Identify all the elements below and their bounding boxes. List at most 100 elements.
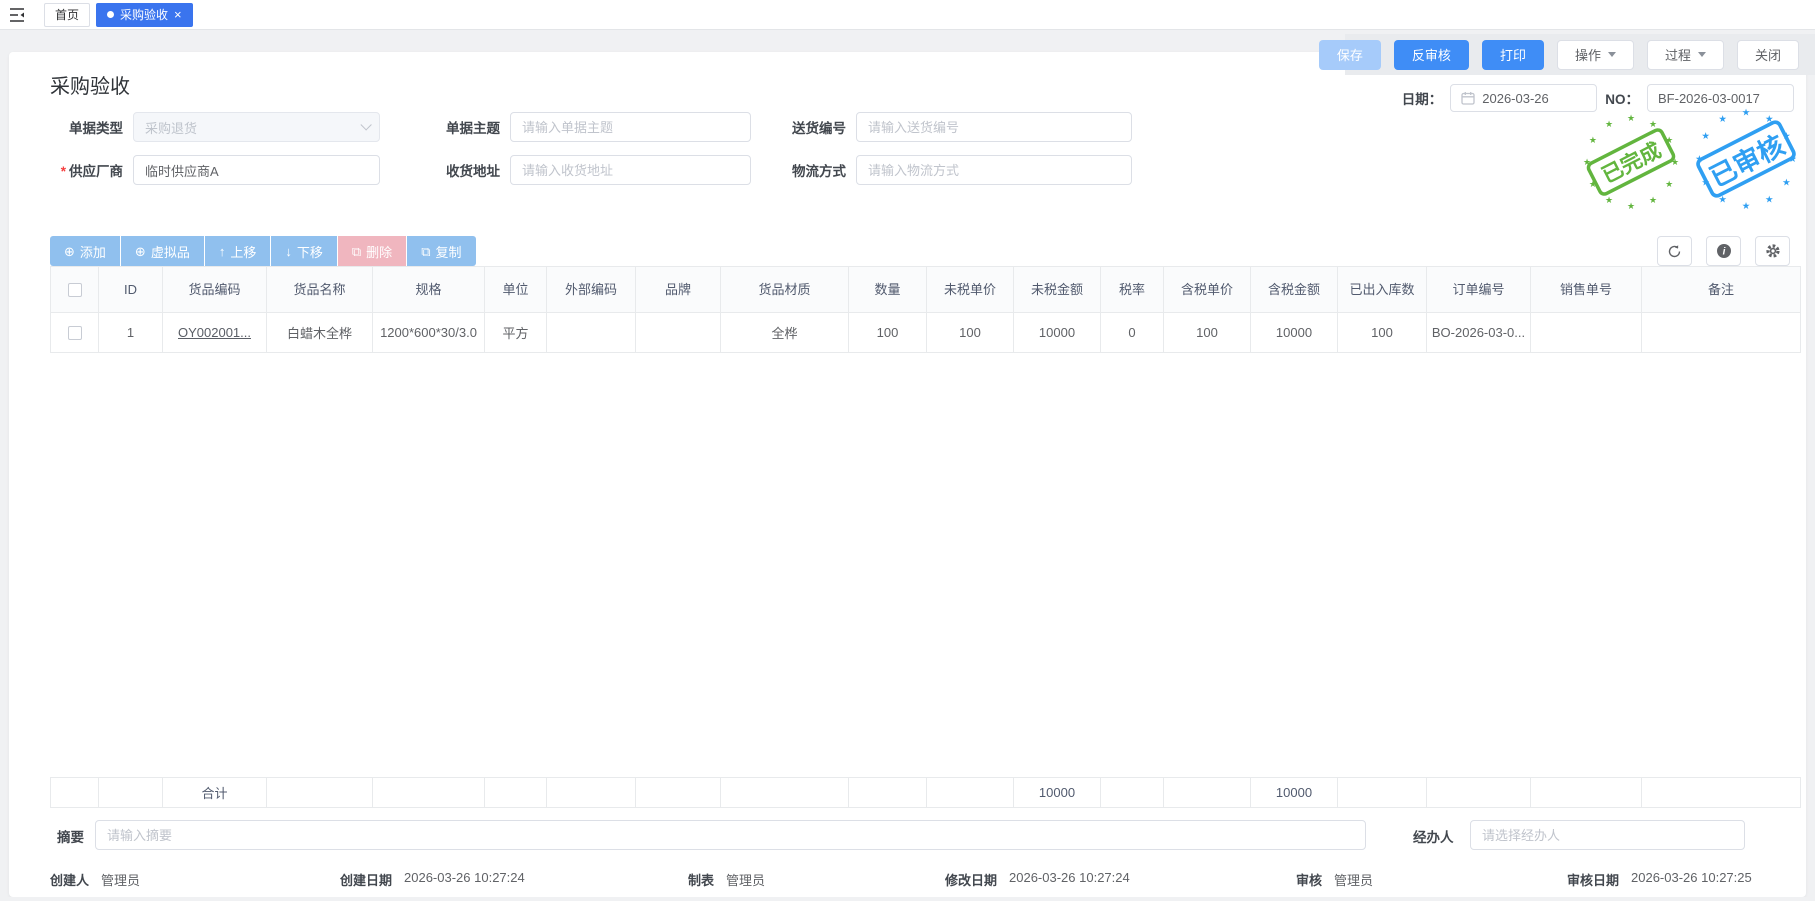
calendar-icon [1461, 92, 1475, 105]
svg-text:已审核: 已审核 [1705, 130, 1790, 193]
item-code-link[interactable]: OY002001... [178, 325, 251, 340]
auditor-meta: 审核 管理员 [1296, 873, 1374, 888]
close-tab-icon[interactable]: × [174, 8, 182, 21]
form-row-2: *供应厂商 收货地址 物流方式 [27, 155, 1132, 185]
col-taxed-amount: 含税金额 [1250, 266, 1338, 313]
cell-tax-rate: 0 [1100, 312, 1164, 353]
settings-button[interactable] [1755, 236, 1790, 266]
date-label: 日期： [1401, 92, 1443, 107]
cell-material: 全桦 [720, 312, 849, 353]
doc-type-label: 单据类型 [69, 121, 123, 136]
svg-text:★: ★ [1742, 108, 1751, 119]
svg-text:★: ★ [1782, 178, 1791, 189]
cell-external-code [546, 312, 636, 353]
close-button-label: 关闭 [1754, 48, 1781, 63]
save-button-label: 保存 [1336, 48, 1363, 63]
audit-date-meta: 审核日期 2026-03-26 10:27:25 [1567, 870, 1752, 888]
delivery-no-input[interactable] [856, 112, 1132, 142]
document-card: 采购验收 日期： 2026-03-26 NO： BF-2026-03-0017 … [9, 52, 1806, 897]
close-button[interactable]: 关闭 [1736, 39, 1799, 70]
creator-meta: 创建人 管理员 [50, 873, 141, 888]
summary-row: 摘要 经办人 [9, 820, 1806, 850]
svg-text:★: ★ [1718, 114, 1727, 125]
col-item-code: 货品编码 [162, 266, 267, 313]
col-untaxed-amount: 未税金额 [1013, 266, 1101, 313]
create-date-meta: 创建日期 2026-03-26 10:27:24 [340, 870, 525, 888]
totals-taxed-amount: 10000 [1250, 777, 1338, 808]
doc-type-value: 采购退货 [145, 120, 198, 136]
info-button[interactable]: i [1706, 236, 1741, 266]
arrow-up-icon: ↑ [218, 243, 226, 259]
col-order-no: 订单编号 [1426, 266, 1531, 313]
unaudit-button[interactable]: 反审核 [1393, 39, 1469, 70]
cell-taxed-amount: 10000 [1250, 312, 1338, 353]
action-button-strip: 保存 反审核 打印 操作 过程 关闭 [1318, 34, 1815, 75]
cell-item-name: 白蜡木全桦 [266, 312, 373, 353]
arrow-down-icon: ↓ [285, 243, 292, 259]
col-item-name: 货品名称 [266, 266, 373, 313]
move-up-button[interactable]: ↑ 上移 [204, 236, 271, 266]
svg-text:★: ★ [1701, 131, 1710, 142]
move-down-button[interactable]: ↓ 下移 [271, 236, 337, 266]
copy-row-button[interactable]: ⧉ 复制 [407, 236, 476, 266]
virtual-item-label: 虚拟品 [150, 244, 190, 260]
tab-purchase-acceptance-label: 采购验收 [120, 8, 169, 22]
add-virtual-item-button[interactable]: ⊕ 虚拟品 [120, 236, 204, 266]
totals-row: 合计 10000 10000 [50, 777, 1801, 808]
col-brand: 品牌 [635, 266, 721, 313]
date-input[interactable]: 2026-03-26 [1450, 84, 1598, 112]
delivery-no-label: 送货编号 [792, 121, 846, 136]
bottom-strip [0, 897, 1815, 901]
page-title: 采购验收 [50, 76, 130, 98]
cell-brand [635, 312, 721, 353]
table-row[interactable]: 1 OY002001... 白蜡木全桦 1200*600*30/3.0 平方 全… [50, 312, 1801, 353]
cell-untaxed-amount: 10000 [1013, 312, 1101, 353]
tab-purchase-acceptance[interactable]: 采购验收 × [96, 2, 193, 27]
svg-text:i: i [1722, 247, 1725, 258]
cell-untaxed-price: 100 [926, 312, 1014, 353]
delete-row-button[interactable]: ⧉ 删除 [337, 236, 407, 266]
cell-spec: 1200*600*30/3.0 [372, 312, 485, 353]
select-all-checkbox[interactable] [67, 283, 82, 298]
cell-quantity: 100 [848, 312, 927, 353]
operate-button-label: 操作 [1574, 48, 1601, 63]
process-dropdown-button[interactable]: 过程 [1646, 39, 1724, 70]
summary-input[interactable] [95, 820, 1366, 850]
footer-meta-row: 创建人 管理员 创建日期 2026-03-26 10:27:24 制表 管理员 修改日… [9, 866, 1806, 893]
tab-home[interactable]: 首页 [44, 2, 91, 27]
no-label: NO： [1605, 92, 1639, 107]
doc-type-select[interactable]: 采购退货 [133, 112, 380, 142]
print-button[interactable]: 打印 [1481, 39, 1544, 70]
move-down-label: 下移 [296, 244, 323, 260]
cell-outbound-count: 100 [1337, 312, 1427, 353]
process-button-label: 过程 [1664, 48, 1691, 63]
caret-down-icon [1697, 52, 1706, 57]
save-button[interactable]: 保存 [1318, 39, 1381, 70]
col-quantity: 数量 [848, 266, 927, 313]
agent-input[interactable] [1470, 820, 1745, 850]
chevron-down-icon [360, 119, 372, 131]
totals-untaxed-amount: 10000 [1013, 777, 1101, 808]
add-row-button[interactable]: ⊕ 添加 [50, 236, 120, 266]
header-form: 单据类型 采购退货 单据主题 送货编号 *供应厂商 收货地址 物流方式 [27, 112, 1132, 198]
summary-label: 摘要 [57, 830, 84, 845]
active-tab-dot-icon [107, 11, 115, 18]
cell-id: 1 [98, 312, 163, 353]
supplier-input[interactable] [133, 155, 380, 185]
completed-stamp: ★ ★ ★ ★ ★ ★ ★ ★ ★ ★ ★ ★ 已完成 [1581, 112, 1681, 215]
top-tab-bar: 首页 采购验收 × [0, 0, 1815, 30]
col-sales-no: 销售单号 [1530, 266, 1642, 313]
col-taxed-price: 含税单价 [1163, 266, 1251, 313]
row-checkbox[interactable] [67, 326, 82, 341]
receive-address-input[interactable] [510, 155, 751, 185]
delete-row-label: 删除 [366, 244, 393, 260]
logistics-input[interactable] [856, 155, 1132, 185]
cell-unit: 平方 [484, 312, 547, 353]
doc-subject-label: 单据主题 [446, 121, 500, 136]
collapse-sidebar-icon[interactable] [0, 0, 34, 30]
svg-text:★: ★ [1765, 195, 1774, 206]
cell-remark [1641, 312, 1801, 353]
operate-dropdown-button[interactable]: 操作 [1556, 39, 1634, 70]
doc-subject-input[interactable] [510, 112, 751, 142]
refresh-button[interactable] [1657, 236, 1692, 266]
